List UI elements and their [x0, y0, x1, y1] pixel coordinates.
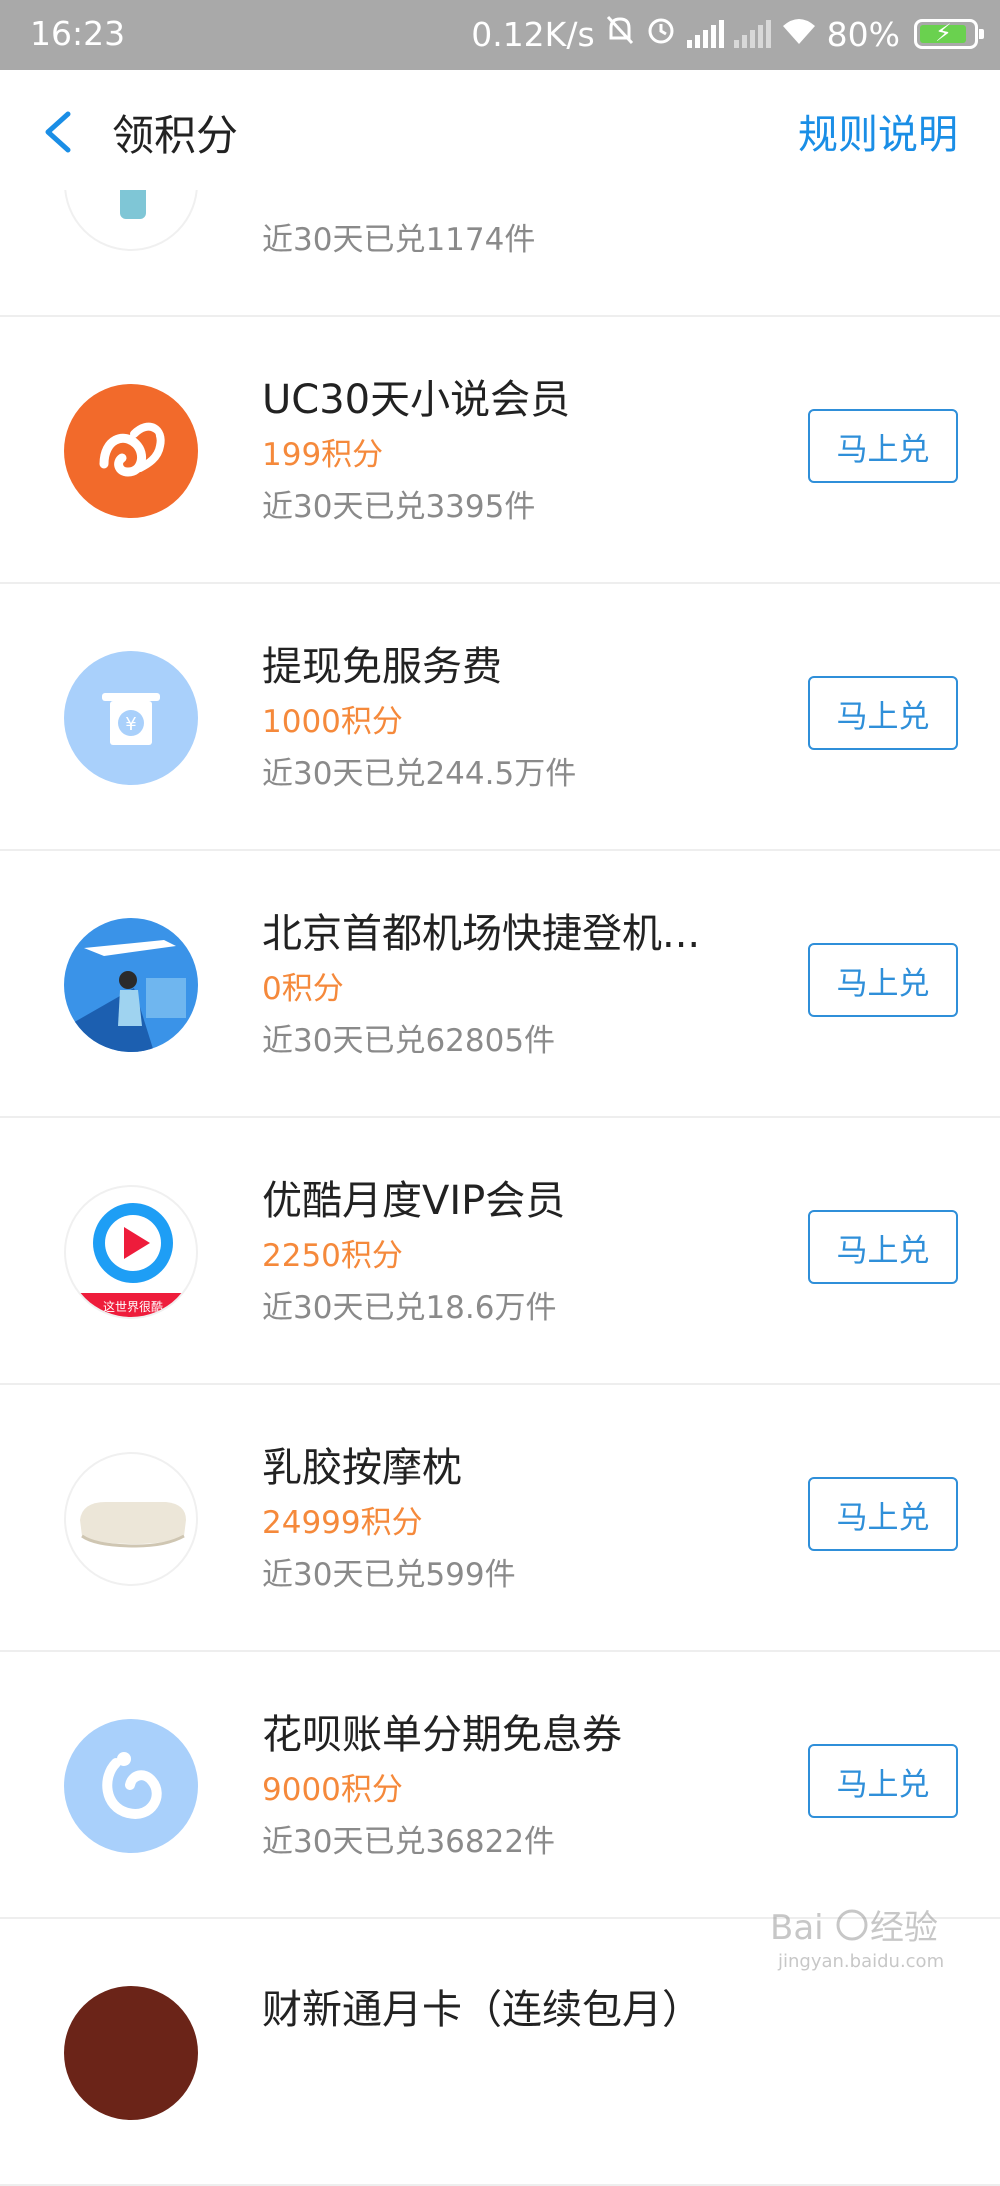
uc-logo-icon [64, 384, 198, 518]
signal-2-icon [733, 20, 771, 48]
airport-boarding-icon [64, 918, 198, 1052]
battery-charging-icon: ⚡ [914, 19, 984, 49]
svg-text:Bai: Bai [770, 1908, 824, 1948]
wifi-icon [781, 15, 817, 54]
item-name: 花呗账单分期免息券 [262, 1712, 622, 1758]
redeemed-count: 近30天已兑18.6万件 [262, 1290, 557, 1326]
svg-text:¥: ¥ [125, 714, 136, 735]
svg-text:jingyan.baidu.com: jingyan.baidu.com [777, 1951, 944, 1972]
item-name: UC30天小说会员 [262, 377, 571, 423]
redeemed-count: 近30天已兑244.5万件 [262, 756, 577, 792]
redeem-button[interactable]: 马上兑 [808, 676, 958, 750]
redeem-button[interactable]: 马上兑 [808, 409, 958, 483]
page-title: 领积分 [112, 111, 239, 160]
item-name: 北京首都机场快捷登机... [262, 911, 701, 957]
list-item[interactable]: UC30天小说会员 199积分 近30天已兑3395件 马上兑 [0, 317, 1000, 584]
item-points: 24999积分 [262, 1505, 423, 1541]
item-name: 财新通月卡（连续包月） [262, 1987, 702, 2033]
item-name: 优酷月度VIP会员 [262, 1178, 566, 1224]
item-points: 1000积分 [262, 704, 403, 740]
list-item[interactable]: 乳胶按摩枕 24999积分 近30天已兑599件 马上兑 [0, 1385, 1000, 1652]
redeemed-count: 近30天已兑599件 [262, 1557, 516, 1593]
withdraw-yuan-icon: ¥ [64, 651, 198, 785]
redeem-button[interactable]: 马上兑 [808, 1210, 958, 1284]
battery-percent: 80% [826, 14, 900, 54]
redeemed-count: 近30天已兑36822件 [262, 1824, 556, 1860]
rules-link[interactable]: 规则说明 [798, 102, 958, 160]
youku-badge-text: 这世界很酷 [103, 1299, 163, 1314]
redeemed-count: 近30天已兑3395件 [262, 489, 536, 525]
list-item[interactable]: 北京首都机场快捷登机... 0积分 近30天已兑62805件 马上兑 [0, 851, 1000, 1118]
youku-logo-icon: 这世界很酷 [64, 1185, 198, 1319]
list-item[interactable]: 花呗账单分期免息券 9000积分 近30天已兑36822件 马上兑 [0, 1652, 1000, 1919]
redeemed-count: 近30天已兑62805件 [262, 1023, 556, 1059]
alarm-icon [645, 14, 677, 54]
huabei-logo-icon [64, 1719, 198, 1853]
mute-bell-icon [605, 14, 635, 54]
signal-icon [686, 20, 724, 48]
item-points: 0积分 [262, 971, 344, 1007]
back-arrow-icon[interactable] [40, 110, 76, 154]
pillow-product-logo [64, 1452, 198, 1586]
item-name: 乳胶按摩枕 [262, 1445, 462, 1491]
list-item[interactable]: ¥ 提现免服务费 1000积分 近30天已兑244.5万件 马上兑 [0, 584, 1000, 851]
navigation-bar: 领积分 规则说明 [0, 70, 1000, 190]
baidu-jingyan-watermark: Bai 经验 jingyan.baidu.com [770, 1895, 980, 1975]
svg-text:经验: 经验 [870, 1908, 938, 1948]
item-points: 2250积分 [262, 1238, 403, 1274]
redeem-button[interactable]: 马上兑 [808, 1477, 958, 1551]
redeem-button[interactable]: 马上兑 [808, 943, 958, 1017]
network-speed: 0.12K/s [471, 14, 595, 54]
redeemed-count: 近30天已兑1174件 [262, 222, 536, 258]
item-name: 提现免服务费 [262, 644, 502, 690]
list-item[interactable]: 这世界很酷 优酷月度VIP会员 2250积分 近30天已兑18.6万件 马上兑 [0, 1118, 1000, 1385]
clock: 16:23 [30, 14, 126, 53]
item-points: 9000积分 [262, 1772, 403, 1808]
status-bar: 16:23 0.12K/s 80% ⚡ [0, 0, 1000, 70]
redeem-button[interactable]: 马上兑 [808, 1744, 958, 1818]
item-points: 199积分 [262, 437, 384, 473]
caixin-logo-icon [64, 1986, 198, 2120]
